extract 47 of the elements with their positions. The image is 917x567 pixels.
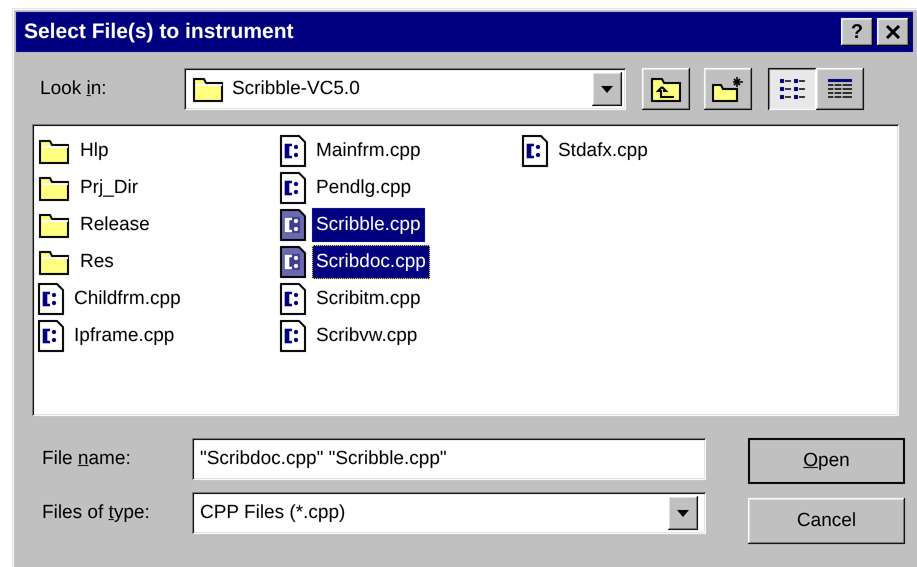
look-in-dropdown[interactable]: Scribble-VC5.0 (184, 68, 626, 110)
caret-icon (677, 510, 689, 516)
file-name-field[interactable]: "Scribdoc.cpp" "Scribble.cpp" (192, 438, 706, 480)
up-folder-button[interactable] (642, 68, 690, 110)
file-type-label: Files of type: (42, 500, 151, 525)
new-folder-icon (711, 75, 745, 103)
close-icon (885, 25, 901, 39)
file-item[interactable]: Scribble.cpp (312, 208, 425, 242)
cpp-file-icon (522, 134, 548, 166)
details-view-button[interactable] (816, 68, 864, 110)
list-view-icon (778, 77, 806, 101)
cpp-file-icon (280, 246, 306, 278)
cpp-file-icon (38, 320, 64, 352)
file-item[interactable]: Release (76, 208, 154, 242)
caret-icon (601, 86, 613, 92)
file-item[interactable]: Hlp (76, 134, 113, 168)
dropdown-button[interactable] (668, 496, 698, 530)
cpp-file-icon (280, 134, 306, 166)
cpp-file-icon (38, 282, 64, 314)
cpp-file-icon (280, 320, 306, 352)
details-view-icon (826, 77, 854, 101)
file-item[interactable]: Scribitm.cpp (312, 282, 425, 316)
cpp-file-icon (280, 208, 306, 240)
file-item[interactable]: Res (76, 244, 118, 278)
close-button[interactable] (877, 18, 909, 46)
help-button[interactable]: ? (841, 18, 873, 46)
dropdown-button[interactable] (592, 72, 622, 106)
window-title: Select File(s) to instrument (24, 19, 294, 46)
cpp-file-icon (280, 172, 306, 204)
list-view-button[interactable] (768, 68, 816, 110)
up-folder-icon (650, 75, 682, 103)
file-item[interactable]: Childfrm.cpp (70, 282, 185, 316)
file-type-dropdown[interactable]: CPP Files (*.cpp) (192, 492, 706, 534)
file-item[interactable]: Ipframe.cpp (70, 318, 178, 352)
look-in-label: Look in: (40, 76, 108, 101)
open-folder-icon (192, 75, 224, 103)
file-item[interactable]: Mainfrm.cpp (312, 134, 425, 168)
file-item[interactable]: Scribvw.cpp (312, 318, 422, 352)
file-item[interactable]: Pendlg.cpp (312, 170, 416, 204)
file-item[interactable]: Stdafx.cpp (554, 134, 652, 168)
open-button[interactable]: Open (748, 438, 905, 484)
new-folder-button[interactable] (704, 68, 752, 110)
cpp-file-icon (280, 282, 306, 314)
cancel-button[interactable]: Cancel (748, 498, 905, 544)
file-item[interactable]: Prj_Dir (76, 170, 142, 204)
file-item[interactable]: Scribdoc.cpp (312, 244, 430, 278)
file-name-label: File name: (42, 446, 132, 471)
